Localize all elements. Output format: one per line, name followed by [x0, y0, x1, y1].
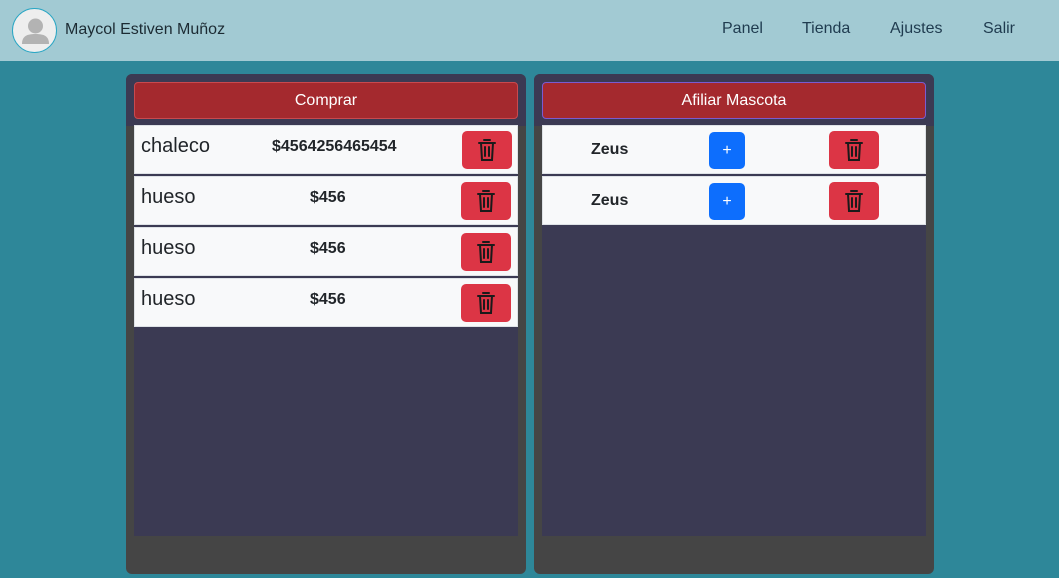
trash-icon: [478, 139, 496, 161]
trash-icon: [477, 241, 495, 263]
delete-button[interactable]: [462, 131, 512, 169]
pet-name: Zeus: [591, 192, 629, 209]
adopt-pet-button[interactable]: Afiliar Mascota: [542, 82, 926, 119]
cart-item: hueso $456: [134, 278, 518, 327]
cart-item-price: $456: [310, 291, 346, 308]
cart-item-name: chaleco: [141, 135, 210, 157]
trash-icon: [477, 190, 495, 212]
cart-item-price: $456: [310, 189, 346, 206]
nav-ajustes[interactable]: Ajustes: [890, 20, 942, 38]
delete-button[interactable]: [829, 131, 879, 169]
delete-button[interactable]: [461, 182, 511, 220]
trash-icon: [845, 190, 863, 212]
user-avatar-icon[interactable]: [12, 8, 57, 53]
pet-item: Zeus +: [542, 176, 926, 225]
top-navbar: Maycol Estiven Muñoz Panel Tienda Ajuste…: [0, 0, 1059, 61]
buy-button[interactable]: Comprar: [134, 82, 518, 119]
pets-panel: Afiliar Mascota Zeus + Zeus +: [534, 74, 934, 574]
trash-icon: [477, 292, 495, 314]
add-pet-button[interactable]: +: [709, 183, 745, 220]
nav-panel[interactable]: Panel: [722, 20, 763, 38]
nav-tienda[interactable]: Tienda: [802, 20, 850, 38]
pet-item: Zeus +: [542, 125, 926, 174]
cart-item-name: hueso: [141, 288, 196, 310]
pet-name: Zeus: [591, 141, 629, 158]
cart-item: chaleco $4564256465454: [134, 125, 518, 174]
add-pet-button[interactable]: +: [709, 132, 745, 169]
cart-item-price: $4564256465454: [272, 138, 397, 155]
cart-item-name: hueso: [141, 237, 196, 259]
cart-item: hueso $456: [134, 227, 518, 276]
cart-item: hueso $456: [134, 176, 518, 225]
delete-button[interactable]: [461, 233, 511, 271]
cart-panel: Comprar chaleco $4564256465454 hueso $45…: [126, 74, 526, 574]
cart-item-price: $456: [310, 240, 346, 257]
trash-icon: [845, 139, 863, 161]
user-name: Maycol Estiven Muñoz: [65, 21, 226, 38]
cart-item-name: hueso: [141, 186, 196, 208]
delete-button[interactable]: [461, 284, 511, 322]
nav-salir[interactable]: Salir: [983, 20, 1015, 38]
delete-button[interactable]: [829, 182, 879, 220]
